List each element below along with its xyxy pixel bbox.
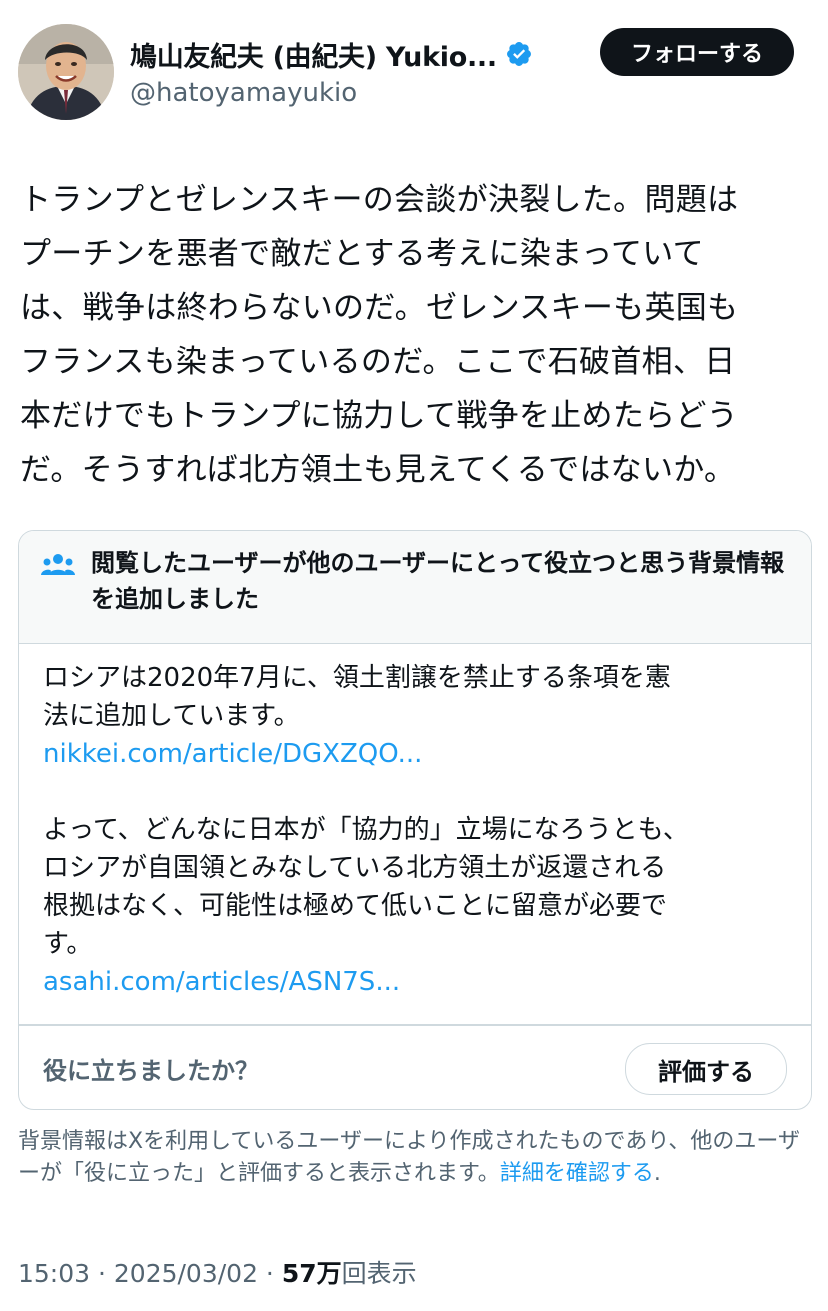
- meta-separator: ·: [90, 1259, 114, 1288]
- note-source-link-asahi[interactable]: asahi.com/articles/ASN7S...: [43, 963, 793, 1001]
- view-label: 回表示: [341, 1259, 417, 1288]
- tweet-line: フランスも染まっているのだ。ここで石破首相、日: [20, 344, 736, 380]
- people-icon: [41, 554, 75, 575]
- note-text-line: ロシアは2020年7月に、領土割譲を禁止する条項を憲: [43, 663, 671, 693]
- note-text-line: す。: [43, 929, 93, 959]
- author-display-name[interactable]: 鳩山友紀夫 (由紀夫) Yukio...: [130, 35, 497, 74]
- rate-button[interactable]: 評価する: [625, 1043, 787, 1095]
- tweet-line: トランプとゼレンスキーの会談が決裂した。問題は: [20, 182, 739, 218]
- author-handle[interactable]: @hatoyamayukio: [130, 78, 357, 108]
- tweet-line: だ。そうすれば北方領土も見えてくるではないか。: [20, 452, 736, 488]
- tweet-time[interactable]: 15:03: [18, 1259, 90, 1288]
- avatar[interactable]: [18, 24, 114, 120]
- tweet-line: は、戦争は終わらないのだ。ゼレンスキーも英国も: [20, 290, 739, 326]
- disclaimer-text: 背景情報はXを利用しているユーザーにより作成されたものであり、他のユーザーが「役…: [18, 1129, 800, 1186]
- note-text-line: 根拠はなく、可能性は極めて低いことに留意が必要で: [43, 891, 668, 921]
- community-note-header: 閲覧したユーザーが他のユーザーにとって役立つと思う背景情報を追加しました: [19, 531, 811, 644]
- helpful-question: 役に立ちましたか？: [43, 1057, 259, 1085]
- community-note-body: ロシアは2020年7月に、領土割譲を禁止する条項を憲 法に追加しています。 ni…: [43, 659, 793, 1001]
- tweet-meta: 15:03 · 2025/03/02 · 57万回表示: [18, 1254, 417, 1290]
- community-note-title: 閲覧したユーザーが他のユーザーにとって役立つと思う背景情報を追加しました: [91, 549, 785, 613]
- author-name-row[interactable]: 鳩山友紀夫 (由紀夫) Yukio...: [130, 34, 533, 74]
- note-source-link-nikkei[interactable]: nikkei.com/article/DGXZQO...: [43, 735, 793, 773]
- tweet-date[interactable]: 2025/03/02: [114, 1259, 258, 1288]
- avatar-photo: [18, 24, 114, 120]
- community-note-disclaimer: 背景情報はXを利用しているユーザーにより作成されたものであり、他のユーザーが「役…: [18, 1126, 810, 1190]
- disclaimer-period: .: [653, 1161, 661, 1186]
- tweet-line: プーチンを悪者で敵だとする考えに染まっていて: [20, 236, 704, 272]
- learn-more-link[interactable]: 詳細を確認する: [500, 1161, 654, 1186]
- community-note-card: 閲覧したユーザーが他のユーザーにとって役立つと思う背景情報を追加しました ロシア…: [18, 530, 812, 1110]
- note-text-line: よって、どんなに日本が「協力的」立場になろうとも、: [43, 815, 689, 845]
- note-text-line: 法に追加しています。: [43, 701, 300, 731]
- view-count: 57万: [281, 1259, 342, 1288]
- verified-badge-icon: [506, 42, 531, 66]
- meta-separator: ·: [257, 1259, 282, 1288]
- follow-button[interactable]: フォローする: [600, 28, 794, 76]
- divider: [19, 1024, 811, 1026]
- note-text-line: ロシアが自国領とみなしている北方領土が返還される: [43, 853, 667, 883]
- tweet-text: トランプとゼレンスキーの会談が決裂した。問題は プーチンを悪者で敵だとする考えに…: [20, 173, 810, 497]
- tweet-line: 本だけでもトランプに協力して戦争を止めたらどう: [20, 398, 739, 434]
